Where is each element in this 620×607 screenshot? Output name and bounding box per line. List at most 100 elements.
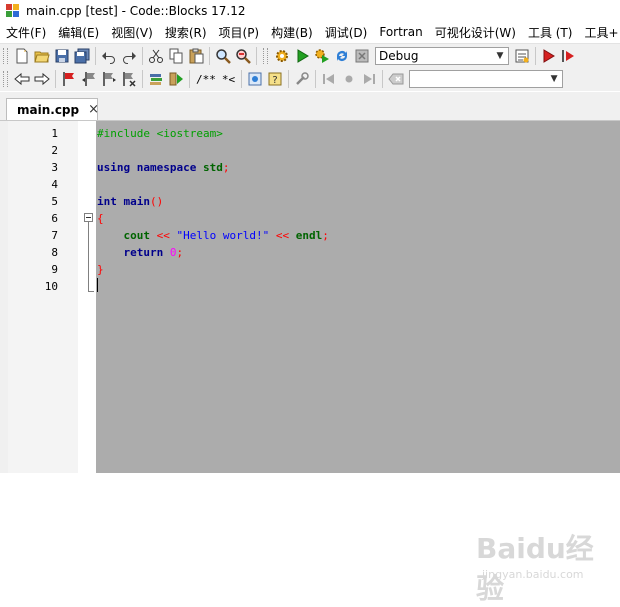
code-line[interactable]: }	[97, 263, 104, 276]
jump-back-button[interactable]	[12, 69, 32, 89]
code-text-area[interactable]: #include <iostream> using namespace std; i…	[96, 121, 620, 473]
code-line[interactable]: using namespace std;	[97, 161, 229, 174]
abort-button[interactable]	[352, 46, 372, 66]
code-line[interactable]: return 0;	[97, 246, 184, 259]
keyword-token: return	[123, 246, 164, 259]
code-line[interactable]: cout << "Hello world!" << endl;	[97, 229, 329, 242]
flag-next-icon	[103, 72, 116, 86]
code-editor[interactable]: 1 2 3 4 5 6 7 8 9 10 #include <iostream>…	[0, 121, 620, 605]
menu-search[interactable]: 搜索(R)	[159, 24, 213, 41]
build-target-select[interactable]: Debug ▼	[375, 47, 509, 65]
wrench-icon	[296, 72, 309, 85]
cut-button[interactable]	[146, 46, 166, 66]
replace-button[interactable]	[233, 46, 253, 66]
prev-marker-button[interactable]	[319, 69, 339, 89]
menu-project[interactable]: 项目(P)	[213, 24, 266, 41]
run-to-cursor-button[interactable]	[559, 46, 579, 66]
jump-forward-button[interactable]	[32, 69, 52, 89]
line-number: 2	[51, 144, 58, 157]
clear-bookmarks-button[interactable]	[119, 69, 139, 89]
save-all-button[interactable]	[72, 46, 92, 66]
close-icon[interactable]: ×	[88, 102, 99, 117]
menu-file[interactable]: 文件(F)	[0, 24, 52, 41]
save-button[interactable]	[52, 46, 72, 66]
build-target-value: Debug	[379, 49, 419, 63]
keyword-token: main	[123, 195, 151, 208]
svg-text:?: ?	[272, 75, 277, 86]
menu-view[interactable]: 视图(V)	[105, 24, 159, 41]
code-line[interactable]: {	[97, 212, 104, 225]
menu-build[interactable]: 构建(B)	[265, 24, 319, 41]
incremental-search-input[interactable]: ▼	[409, 70, 564, 88]
menu-fortran[interactable]: Fortran	[373, 25, 428, 39]
copy-button[interactable]	[166, 46, 186, 66]
line-number: 6	[51, 212, 58, 225]
toolbar-grip[interactable]	[3, 71, 8, 87]
find-replace-icon	[236, 49, 251, 64]
operator-token: ;	[222, 161, 230, 174]
line-number: 10	[44, 280, 58, 293]
menu-tools-plus[interactable]: 工具+	[578, 24, 620, 41]
doxy-html-button[interactable]	[245, 69, 265, 89]
doxy-block-comment-button[interactable]: /**	[193, 73, 219, 86]
new-file-button[interactable]	[12, 46, 32, 66]
rebuild-button[interactable]	[332, 46, 352, 66]
redo-button[interactable]	[119, 46, 139, 66]
run-doxygen-button[interactable]	[166, 69, 186, 89]
undo-button[interactable]	[99, 46, 119, 66]
skip-back-icon	[323, 74, 335, 84]
arrow-right-icon	[34, 72, 50, 86]
build-button[interactable]	[272, 46, 292, 66]
next-marker-button[interactable]	[359, 69, 379, 89]
build-run-button[interactable]	[312, 46, 332, 66]
toolbar-separator	[315, 70, 317, 88]
menu-wxsmith[interactable]: 可视化设计(W)	[429, 24, 522, 41]
prev-bookmark-button[interactable]	[79, 69, 99, 89]
incremental-search-clear-button[interactable]	[386, 69, 406, 89]
editor-tab-strip: main.cpp ×	[0, 92, 620, 121]
fold-collapse-icon[interactable]	[84, 213, 93, 222]
number-token: 0	[169, 246, 177, 259]
menu-edit[interactable]: 编辑(E)	[52, 24, 105, 41]
debugger-settings-button[interactable]	[292, 69, 312, 89]
next-bookmark-button[interactable]	[99, 69, 119, 89]
text-cursor	[97, 278, 98, 292]
code-line[interactable]: int main()	[97, 195, 163, 208]
menu-tools[interactable]: 工具 (T)	[522, 24, 579, 41]
tab-main-cpp[interactable]: main.cpp ×	[6, 98, 99, 120]
toggle-bookmark-button[interactable]	[59, 69, 79, 89]
toolbar-grip[interactable]	[3, 48, 8, 64]
find-button[interactable]	[213, 46, 233, 66]
rebuild-icon	[337, 51, 347, 61]
show-target-dialog-button[interactable]	[512, 46, 532, 66]
toolbar-grip[interactable]	[263, 48, 268, 64]
line-number: 8	[51, 246, 58, 259]
open-file-button[interactable]	[32, 46, 52, 66]
code-line[interactable]: #include <iostream>	[97, 127, 223, 140]
keyword-token: int	[97, 195, 117, 208]
code-completion-button[interactable]	[146, 69, 166, 89]
doxy-help-button[interactable]: ?	[265, 69, 285, 89]
codeblocks-logo-icon	[6, 4, 20, 18]
baidu-watermark: Baidu经验 jingyan.baidu.com	[470, 521, 620, 605]
menu-debug[interactable]: 调试(D)	[319, 24, 374, 41]
toolbar-separator	[209, 47, 210, 65]
debug-continue-button[interactable]	[539, 46, 559, 66]
line-number: 5	[51, 195, 58, 208]
abort-icon	[355, 49, 369, 63]
line-number: 7	[51, 229, 58, 242]
arrow-left-icon	[14, 72, 30, 86]
run-to-cursor-icon	[562, 50, 574, 62]
chevron-down-icon: ▼	[496, 51, 504, 61]
doxy-line-comment-button[interactable]: *<	[219, 73, 238, 86]
redo-icon	[123, 52, 136, 64]
toolbar-separator	[535, 47, 536, 65]
paste-button[interactable]	[186, 46, 206, 66]
operator-token: ;	[176, 246, 184, 259]
marker-dot-button[interactable]	[339, 69, 359, 89]
run-button[interactable]	[292, 46, 312, 66]
magnifier-icon	[216, 49, 231, 64]
